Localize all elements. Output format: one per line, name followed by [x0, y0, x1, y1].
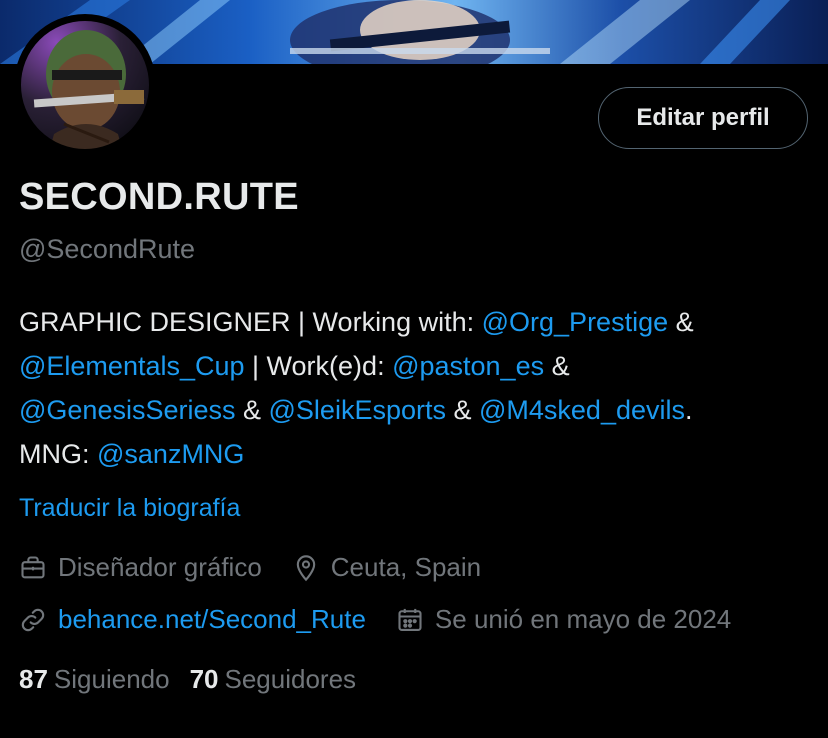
bio-line: @GenesisSeriess & @SleikEsports & @M4ske… — [19, 388, 819, 432]
handle: @SecondRute — [19, 234, 196, 264]
bio-text: . — [685, 395, 693, 425]
location-pin-icon — [292, 553, 322, 583]
profile-meta-row: behance.net/Second_Rute Se unió en mayo … — [19, 604, 761, 635]
bio-text: & — [445, 395, 479, 425]
mention-link[interactable]: @M4sked_devils — [479, 395, 685, 425]
bio-text: & — [544, 351, 570, 381]
followers-link[interactable]: 70 Seguidores — [190, 664, 356, 695]
bio-line: GRAPHIC DESIGNER | Working with: @Org_Pr… — [19, 300, 819, 344]
mention-link[interactable]: @sanzMNG — [97, 439, 244, 469]
edit-profile-button[interactable]: Editar perfil — [598, 87, 808, 149]
display-name: SECOND.RUTE — [19, 176, 299, 218]
bio-text: & — [235, 395, 269, 425]
mention-link[interactable]: @SleikEsports — [269, 395, 446, 425]
follow-stats: 87 Siguiendo 70 Seguidores — [19, 664, 376, 695]
calendar-icon — [396, 605, 426, 635]
profile-meta-row: Diseñador gráfico Ceuta, Spain — [19, 552, 511, 583]
bio-text: | Work(e)d: — [244, 351, 393, 381]
bio-line: MNG: @sanzMNG — [19, 432, 819, 476]
link-icon — [19, 605, 49, 635]
profession-label: Diseñador gráfico — [58, 552, 262, 582]
avatar[interactable] — [14, 14, 156, 156]
website-link[interactable]: behance.net/Second_Rute — [58, 604, 366, 635]
mention-link[interactable]: @Org_Prestige — [482, 307, 668, 337]
followers-count: 70 — [189, 664, 219, 694]
bio-line: @Elementals_Cup | Work(e)d: @paston_es & — [19, 344, 819, 388]
joined-date: Se unió en mayo de 2024 — [396, 604, 731, 635]
bio-text: MNG: — [19, 439, 97, 469]
bio-text: & — [668, 307, 694, 337]
followers-label: Seguidores — [224, 664, 357, 694]
following-link[interactable]: 87 Siguiendo — [19, 664, 170, 695]
following-count: 87 — [19, 664, 48, 694]
mention-link[interactable]: @GenesisSeriess — [19, 395, 236, 425]
following-label: Siguiendo — [53, 664, 170, 694]
bio-text: GRAPHIC DESIGNER | Working with: — [19, 307, 482, 337]
translate-bio-link[interactable]: Traducir la biografía — [19, 494, 240, 523]
mention-link[interactable]: @Elementals_Cup — [19, 351, 245, 381]
website[interactable]: behance.net/Second_Rute — [19, 604, 366, 635]
briefcase-icon — [19, 553, 49, 583]
joined-label: Se unió en mayo de 2024 — [434, 604, 732, 634]
location: Ceuta, Spain — [292, 552, 481, 583]
mention-link[interactable]: @paston_es — [392, 351, 544, 381]
location-label: Ceuta, Spain — [330, 552, 482, 582]
profession: Diseñador gráfico — [19, 552, 262, 583]
bio: GRAPHIC DESIGNER | Working with: @Org_Pr… — [19, 300, 819, 476]
